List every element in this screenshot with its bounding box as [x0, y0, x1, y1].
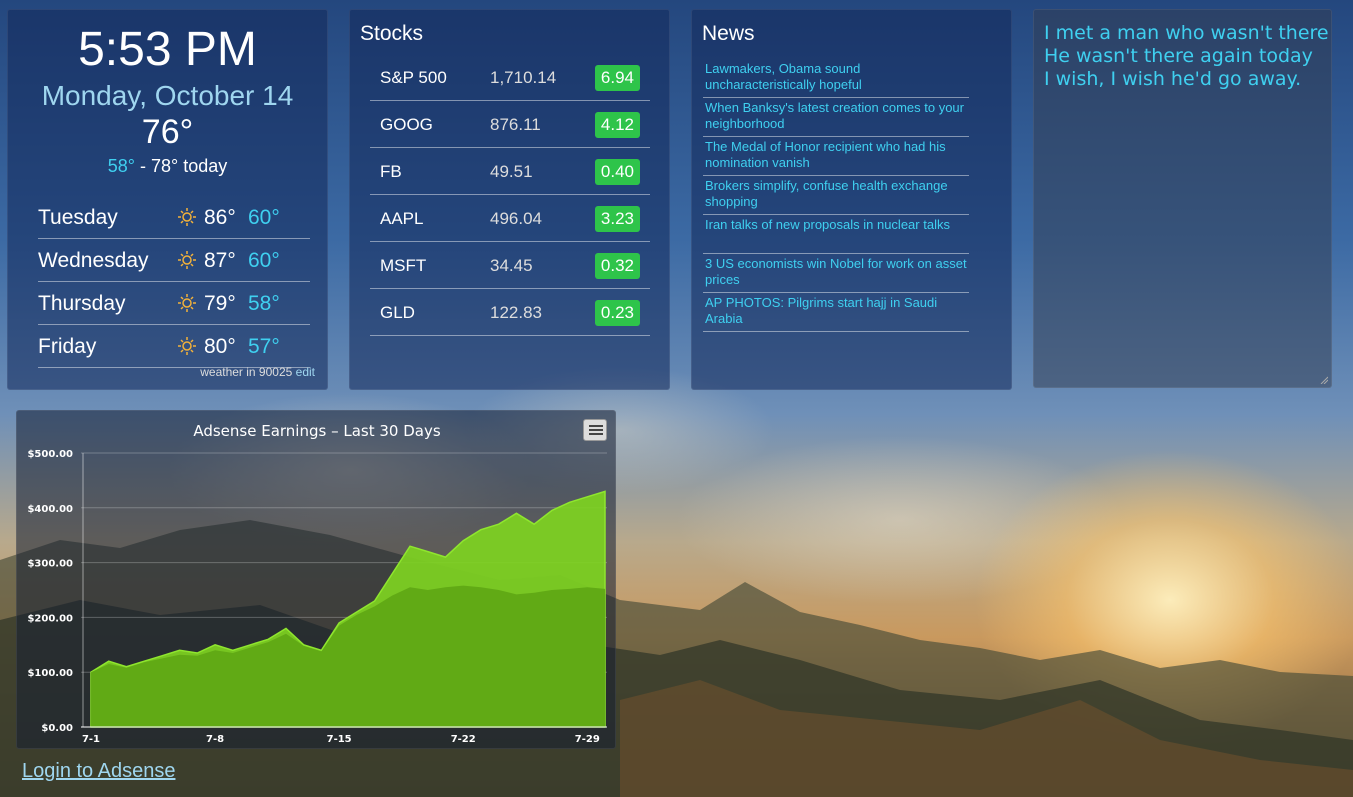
stock-symbol: FB — [380, 162, 402, 181]
sun-icon — [178, 294, 196, 312]
x-tick-label: 7-22 — [451, 734, 476, 745]
edit-location-link[interactable]: edit — [296, 365, 315, 379]
stock-symbol: MSFT — [380, 256, 427, 275]
forecast-day: Friday — [38, 335, 97, 358]
current-temperature: 76° — [141, 113, 194, 151]
stock-change-badge: 6.94 — [594, 65, 640, 91]
news-item: The Medal of Honor recipient who had his… — [703, 137, 969, 176]
login-adsense-link[interactable]: Login to Adsense — [22, 760, 175, 783]
stock-symbol: GOOG — [380, 115, 433, 134]
chart-canvas: $0.00 $100.00 $200.00 $300.00 $400.00 $500.00… — [27, 449, 607, 745]
forecast-row: Thursday 79° 58° — [38, 282, 310, 325]
news-list: Lawmakers, Obama sound uncharacteristica… — [703, 59, 969, 332]
stocks-panel: Stocks S&P 500 1,710.14 6.94 GOOG 876.11 4.1… — [349, 9, 670, 390]
stock-change-badge: 3.23 — [594, 206, 640, 232]
y-tick-label: $300.00 — [27, 559, 73, 570]
stock-row: MSFT 34.45 0.32 — [370, 242, 650, 289]
stock-price: 1,710.14 — [490, 68, 557, 87]
forecast-low: 60° — [248, 249, 280, 272]
clock: 5:53 PM — [78, 23, 257, 76]
stock-symbol: S&P 500 — [380, 68, 447, 87]
stock-row: GOOG 876.11 4.12 — [370, 101, 650, 148]
x-tick-label: 7-29 — [575, 734, 600, 745]
stock-price: 496.04 — [490, 209, 542, 228]
stock-price: 34.45 — [490, 256, 533, 275]
forecast-high: 79° — [204, 292, 236, 315]
stock-price: 49.51 — [490, 162, 533, 181]
chart-title: Adsense Earnings – Last 30 Days — [193, 422, 441, 440]
y-tick-label: $100.00 — [27, 668, 73, 679]
resize-grip-icon[interactable] — [1320, 376, 1328, 384]
stock-row: AAPL 496.04 3.23 — [370, 195, 650, 242]
news-item: Iran talks of new proposals in nuclear t… — [703, 215, 969, 254]
y-tick-label: $400.00 — [27, 504, 73, 515]
forecast-low: 58° — [248, 292, 280, 315]
news-link[interactable]: Brokers simplify, confuse health exchang… — [705, 178, 948, 209]
stock-row: FB 49.51 0.40 — [370, 148, 650, 195]
menu-icon[interactable] — [583, 419, 607, 441]
sun-icon — [178, 208, 196, 226]
forecast-high: 80° — [204, 335, 236, 358]
stock-row: GLD 122.83 0.23 — [370, 289, 650, 336]
news-link[interactable]: Iran talks of new proposals in nuclear t… — [705, 217, 950, 232]
stocks-table: S&P 500 1,710.14 6.94 GOOG 876.11 4.12 FB 49.… — [370, 54, 650, 336]
stock-row: S&P 500 1,710.14 6.94 — [370, 54, 650, 101]
today-range: 58° - 78° today — [8, 155, 327, 177]
forecast-low: 57° — [248, 335, 280, 358]
forecast-row: Tuesday 86° 60° — [38, 196, 310, 239]
news-panel: News Lawmakers, Obama sound uncharacteri… — [691, 9, 1012, 390]
stock-symbol: GLD — [380, 303, 415, 322]
news-link[interactable]: Lawmakers, Obama sound uncharacteristica… — [705, 61, 862, 92]
forecast-high: 87° — [204, 249, 236, 272]
news-title: News — [702, 22, 755, 45]
news-item: Brokers simplify, confuse health exchang… — [703, 176, 969, 215]
note-textarea[interactable]: I met a man who wasn't there He wasn't t… — [1033, 9, 1332, 388]
stock-change-badge: 0.23 — [594, 300, 640, 326]
news-link[interactable]: The Medal of Honor recipient who had his… — [705, 139, 946, 170]
stock-price: 876.11 — [490, 115, 541, 134]
forecast-list: Tuesday 86° 60° Wednesday 87° 60° Thursd… — [38, 196, 310, 368]
stock-change-badge: 0.40 — [594, 159, 640, 185]
news-item: AP PHOTOS: Pilgrims start hajj in Saudi … — [703, 293, 969, 332]
news-item: When Banksy's latest creation comes to y… — [703, 98, 969, 137]
forecast-day: Tuesday — [38, 206, 118, 229]
stock-change-badge: 4.12 — [594, 112, 640, 138]
sun-icon — [178, 251, 196, 269]
x-tick-label: 7-8 — [206, 734, 224, 745]
today-low: 58° — [107, 156, 135, 176]
weather-location-text: weather in 90025 — [200, 365, 296, 379]
news-link[interactable]: When Banksy's latest creation comes to y… — [705, 100, 964, 131]
stock-symbol: AAPL — [380, 209, 424, 228]
stocks-title: Stocks — [360, 22, 424, 45]
x-tick-label: 7-1 — [82, 734, 100, 745]
today-high: - 78° today — [134, 156, 228, 176]
stock-change-badge: 0.32 — [594, 253, 640, 279]
sun-icon — [178, 337, 196, 355]
weather-footer: weather in 90025 edit — [200, 365, 315, 379]
forecast-high: 86° — [204, 206, 236, 229]
y-tick-label: $200.00 — [27, 613, 73, 624]
note-text[interactable]: I met a man who wasn't there He wasn't t… — [1044, 22, 1329, 91]
news-link[interactable]: AP PHOTOS: Pilgrims start hajj in Saudi … — [705, 295, 937, 326]
weather-panel: 5:53 PM Monday, October 14 76° 58° - 78°… — [7, 9, 328, 390]
forecast-low: 60° — [248, 206, 280, 229]
stock-price: 122.83 — [490, 303, 542, 322]
date: Monday, October 14 — [41, 80, 294, 111]
adsense-chart: $0.00 $100.00 $200.00 $300.00 $400.00 $500.00… — [16, 410, 616, 749]
news-item: 3 US economists win Nobel for work on as… — [703, 254, 969, 293]
forecast-day: Thursday — [38, 292, 126, 315]
news-link[interactable]: 3 US economists win Nobel for work on as… — [705, 256, 967, 287]
forecast-row: Wednesday 87° 60° — [38, 239, 310, 282]
forecast-day: Wednesday — [38, 249, 149, 272]
x-tick-label: 7-15 — [327, 734, 352, 745]
y-tick-label: $500.00 — [27, 449, 73, 460]
forecast-row: Friday 80° 57° — [38, 325, 310, 368]
y-tick-label: $0.00 — [41, 723, 73, 734]
news-item: Lawmakers, Obama sound uncharacteristica… — [703, 59, 969, 98]
